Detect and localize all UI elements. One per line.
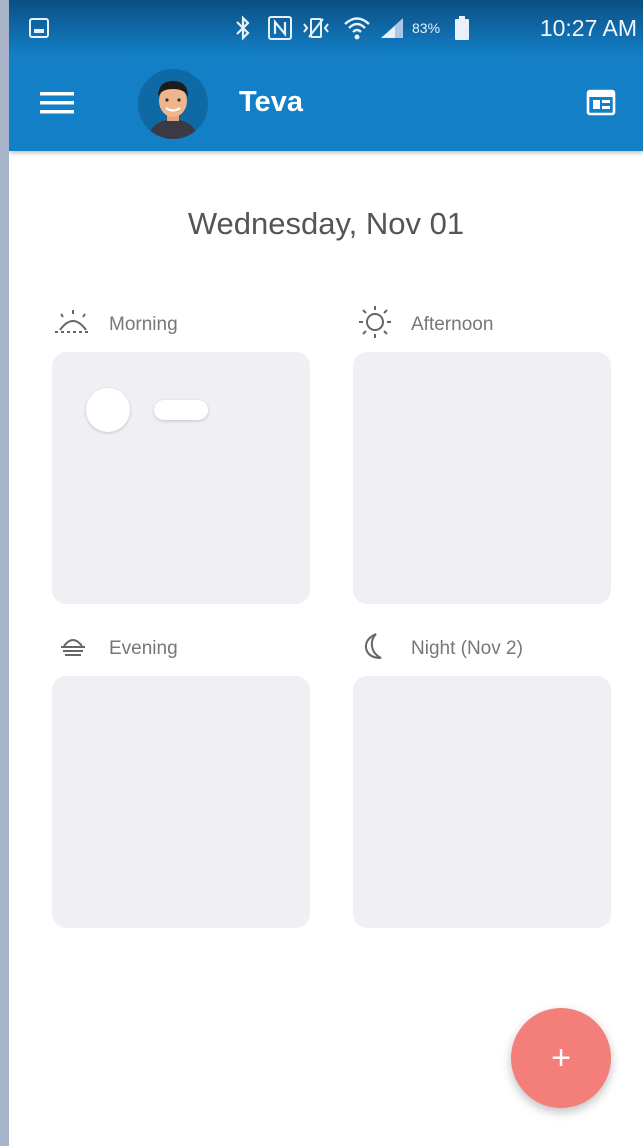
sunset-icon (53, 632, 93, 666)
battery-percent: 83% (412, 20, 441, 36)
hamburger-menu-icon[interactable] (35, 85, 79, 121)
add-button[interactable]: + (511, 1008, 611, 1108)
app-title: Teva (239, 86, 303, 118)
slot-label-evening: Evening (53, 634, 178, 664)
slot-title: Night (Nov 2) (411, 638, 523, 659)
slot-card-afternoon[interactable] (353, 352, 611, 604)
vibrate-icon (301, 14, 331, 42)
slot-title: Evening (109, 638, 178, 659)
calendar-icon[interactable] (581, 82, 621, 122)
slot-title: Afternoon (411, 314, 494, 335)
wifi-icon (343, 14, 371, 42)
phone-screen: 83% 10:27 AM Teva Wednesday, Nov 01 Morn… (9, 0, 643, 1146)
slot-card-evening[interactable] (52, 676, 310, 928)
plus-icon: + (551, 1039, 571, 1077)
nfc-icon (267, 14, 293, 42)
slot-card-morning[interactable] (52, 352, 310, 604)
avatar[interactable] (138, 69, 208, 139)
signal-icon (377, 14, 405, 42)
schedule-date: Wednesday, Nov 01 (187, 206, 465, 241)
slot-label-morning: Morning (53, 310, 178, 340)
loading-placeholder-circle (86, 388, 130, 432)
slot-label-night: Night (Nov 2) (355, 631, 523, 667)
gallery-notification-icon (27, 14, 51, 42)
app-bar: Teva (9, 55, 643, 151)
slot-card-night[interactable] (353, 676, 611, 928)
battery-icon (455, 14, 469, 42)
moon-icon (355, 631, 395, 667)
status-time: 10:27 AM (539, 14, 637, 41)
slot-title: Morning (109, 314, 178, 335)
bluetooth-icon (233, 14, 253, 42)
status-bar: 83% 10:27 AM (9, 0, 643, 55)
slot-label-afternoon: Afternoon (355, 306, 494, 340)
loading-placeholder-bar (154, 400, 208, 420)
sun-icon (355, 304, 395, 346)
sunrise-icon (53, 308, 93, 342)
